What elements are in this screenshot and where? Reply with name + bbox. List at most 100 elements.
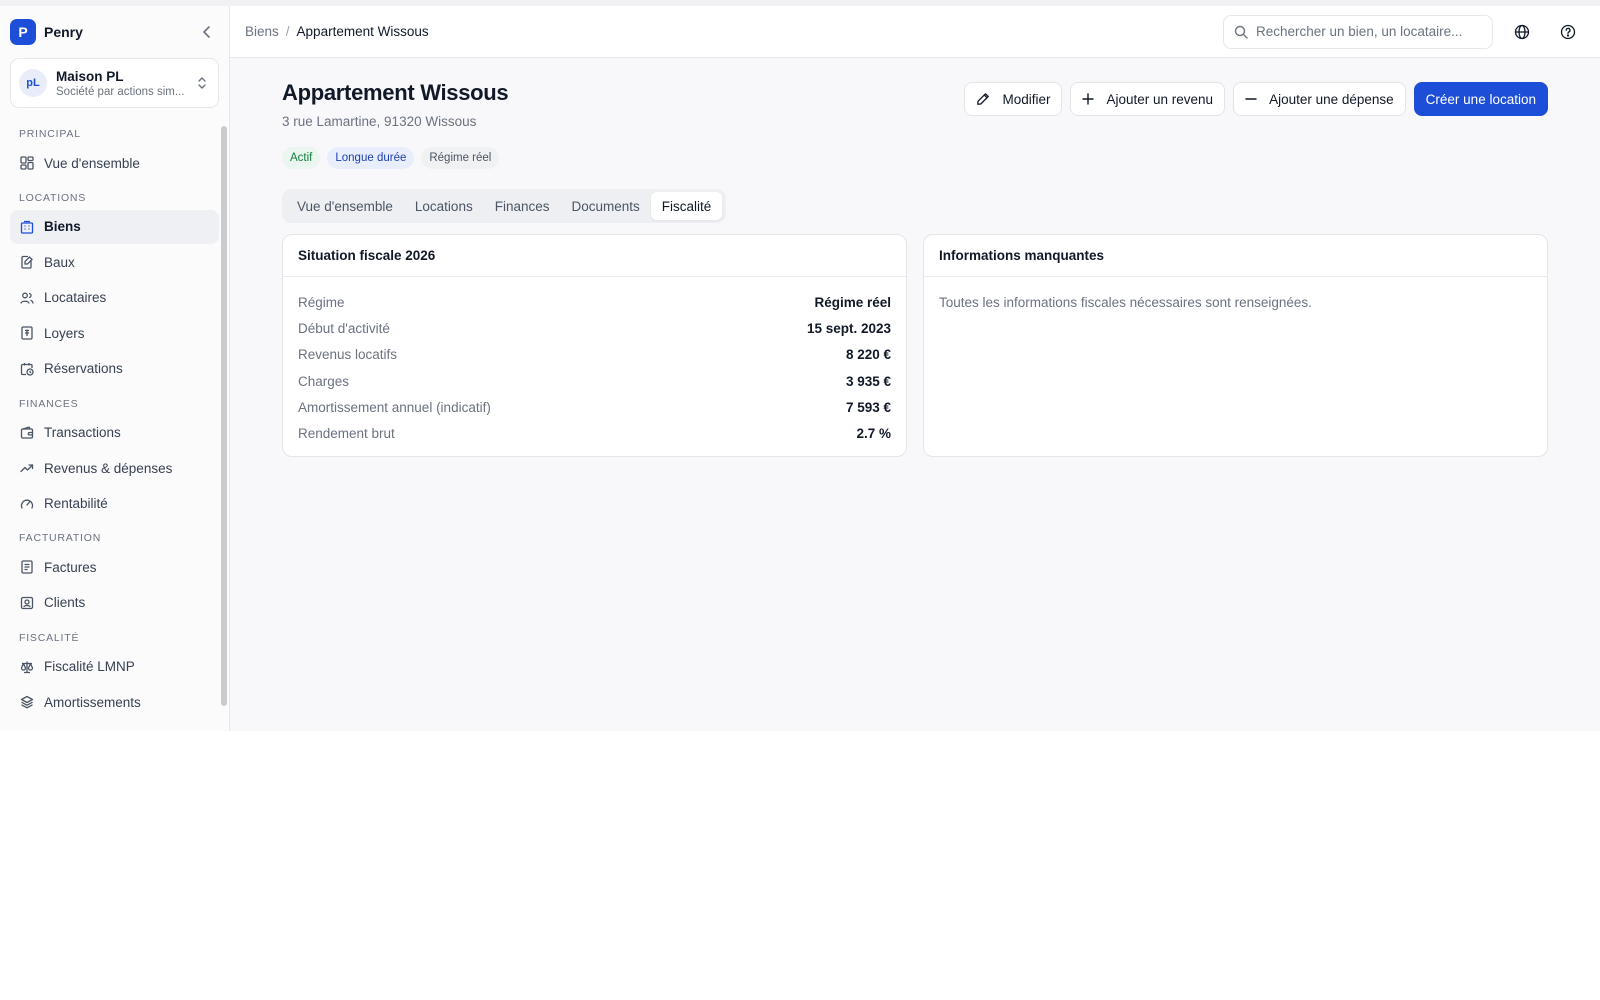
tax-row: Début d'activité 15 sept. 2023 <box>298 315 891 341</box>
sidebar-item-label: Locataires <box>44 290 107 306</box>
cards-row: Situation fiscale 2026 Régime Régime réel… <box>282 234 1548 457</box>
property-tabs: Vue d'ensemble Locations Finances Docume… <box>282 189 727 223</box>
collapse-sidebar-button[interactable] <box>195 20 219 44</box>
sidebar-item-reservations[interactable]: Réservations <box>10 352 219 386</box>
app-window: P Penry pL Maison PL Société par actions… <box>0 0 1600 731</box>
status-badges: Actif Longue durée Régime réel <box>282 147 1548 169</box>
invoice-icon <box>19 559 35 575</box>
sidebar-item-biens[interactable]: Biens <box>10 209 219 244</box>
org-name: Maison PL <box>56 68 124 84</box>
sidebar-item-loyers[interactable]: Loyers <box>10 316 219 350</box>
sidebar-item-label: Biens <box>44 219 81 235</box>
status-badge-duration: Longue durée <box>327 147 415 169</box>
globe-icon <box>1514 24 1530 39</box>
sidebar-item-clients[interactable]: Clients <box>10 586 219 620</box>
sidebar-item-label: Rentabilité <box>44 496 108 512</box>
wallet-icon <box>19 425 35 441</box>
org-avatar: pL <box>19 69 47 97</box>
sidebar-item-rentabilite[interactable]: Rentabilité <box>10 487 219 521</box>
minus-icon <box>1245 93 1257 105</box>
brand-logo: P <box>10 19 36 45</box>
scale-icon <box>19 659 35 675</box>
breadcrumb-link-biens[interactable]: Biens <box>245 24 279 39</box>
layers-icon <box>19 694 35 710</box>
sidebar-item-label: Vue d'ensemble <box>44 155 140 171</box>
tax-row-value: 7 593 € <box>845 399 891 415</box>
tax-situation-card: Situation fiscale 2026 Régime Régime réel… <box>282 234 907 457</box>
add-expense-button-label: Ajouter une dépense <box>1269 91 1394 107</box>
dashboard-icon <box>19 155 35 171</box>
sidebar-item-label: Fiscalité LMNP <box>44 659 135 675</box>
gauge-icon <box>19 496 35 512</box>
add-income-button[interactable]: Ajouter un revenu <box>1070 82 1226 116</box>
sidebar-item-amortissements[interactable]: Amortissements <box>10 685 219 719</box>
add-expense-button[interactable]: Ajouter une dépense <box>1233 82 1406 116</box>
tab-overview[interactable]: Vue d'ensemble <box>286 192 404 220</box>
tax-row-value: 15 sept. 2023 <box>806 320 891 336</box>
tab-documents[interactable]: Documents <box>560 192 650 220</box>
sidebar-item-overview[interactable]: Vue d'ensemble <box>10 146 219 180</box>
tax-row: Charges 3 935 € <box>298 368 891 394</box>
missing-info-message: Toutes les informations fiscales nécessa… <box>939 295 1312 310</box>
tax-row: Rendement brut 2.7 % <box>298 420 891 446</box>
section-label-principal: PRINCIPAL <box>19 128 81 140</box>
topbar: Biens / Appartement Wissous <box>230 6 1600 58</box>
section-label-fiscalite: FISCALITÉ <box>19 631 80 644</box>
sidebar-item-label: Factures <box>44 559 97 575</box>
tab-finances[interactable]: Finances <box>484 192 561 220</box>
breadcrumb: Biens / Appartement Wissous <box>245 24 429 39</box>
page-content: Appartement Wissous 3 rue Lamartine, 913… <box>230 58 1600 457</box>
chevron-up-down-icon <box>194 76 210 90</box>
sidebar-nav: PRINCIPAL Vue d'ensemble LOCATIONS Biens… <box>0 118 229 719</box>
breadcrumb-current: Appartement Wissous <box>296 24 429 39</box>
users-icon <box>19 290 35 306</box>
tab-locations[interactable]: Locations <box>404 192 484 220</box>
chevron-left-icon <box>203 26 210 38</box>
tax-row: Amortissement annuel (indicatif) 7 593 € <box>298 394 891 420</box>
help-button[interactable] <box>1551 15 1585 49</box>
breadcrumb-separator: / <box>285 24 290 39</box>
sidebar: P Penry pL Maison PL Société par actions… <box>0 6 230 731</box>
tax-row: Régime Régime réel <box>298 289 891 315</box>
sidebar-item-label: Réservations <box>44 361 123 377</box>
card-title: Informations manquantes <box>924 235 1547 277</box>
org-subtitle: Société par actions sim... <box>56 85 185 98</box>
create-rental-button[interactable]: Créer une location <box>1413 82 1548 116</box>
add-income-button-label: Ajouter un revenu <box>1106 91 1214 107</box>
sidebar-item-transactions[interactable]: Transactions <box>10 416 219 450</box>
edit-button[interactable]: Modifier <box>964 82 1063 116</box>
tax-row-value: Régime réel <box>814 294 891 310</box>
sidebar-item-label: Loyers <box>44 325 85 341</box>
sidebar-item-fiscalite-lmnp[interactable]: Fiscalité LMNP <box>10 650 219 684</box>
status-badge-regime: Régime réel <box>421 147 500 169</box>
section-label-finances: FINANCES <box>19 397 79 410</box>
tax-row-label: Amortissement annuel (indicatif) <box>298 399 491 415</box>
sidebar-item-label: Amortissements <box>44 694 141 710</box>
sidebar-item-locataires[interactable]: Locataires <box>10 281 219 315</box>
tax-row-label: Début d'activité <box>298 320 390 336</box>
calendar-clock-icon <box>19 361 35 377</box>
tax-row-value: 2.7 % <box>856 426 891 442</box>
search-input[interactable] <box>1256 24 1476 39</box>
tax-row: Revenus locatifs 8 220 € <box>298 342 891 368</box>
sidebar-item-factures[interactable]: Factures <box>10 550 219 584</box>
missing-info-card: Informations manquantes Toutes les infor… <box>923 234 1548 457</box>
tax-row-label: Régime <box>298 294 345 310</box>
section-label-locations: LOCATIONS <box>19 191 87 204</box>
sidebar-item-baux[interactable]: Baux <box>10 245 219 279</box>
sidebar-scrollbar[interactable] <box>221 126 227 706</box>
status-badge-active: Actif <box>282 147 321 169</box>
search-box[interactable] <box>1223 14 1493 49</box>
page-title: Appartement Wissous <box>282 80 509 105</box>
tax-row-value: 8 220 € <box>845 347 891 363</box>
organization-switcher[interactable]: pL Maison PL Société par actions sim... <box>10 58 219 108</box>
tax-row-label: Rendement brut <box>298 426 395 442</box>
tab-fiscalite[interactable]: Fiscalité <box>650 192 723 220</box>
language-button[interactable] <box>1505 15 1539 49</box>
edit-button-label: Modifier <box>1002 91 1051 107</box>
brand-name: Penry <box>44 24 83 40</box>
trend-up-icon <box>19 460 35 476</box>
sidebar-item-revenus-depenses[interactable]: Revenus & dépenses <box>10 451 219 485</box>
search-icon <box>1234 25 1248 39</box>
sidebar-item-label: Clients <box>44 595 86 611</box>
